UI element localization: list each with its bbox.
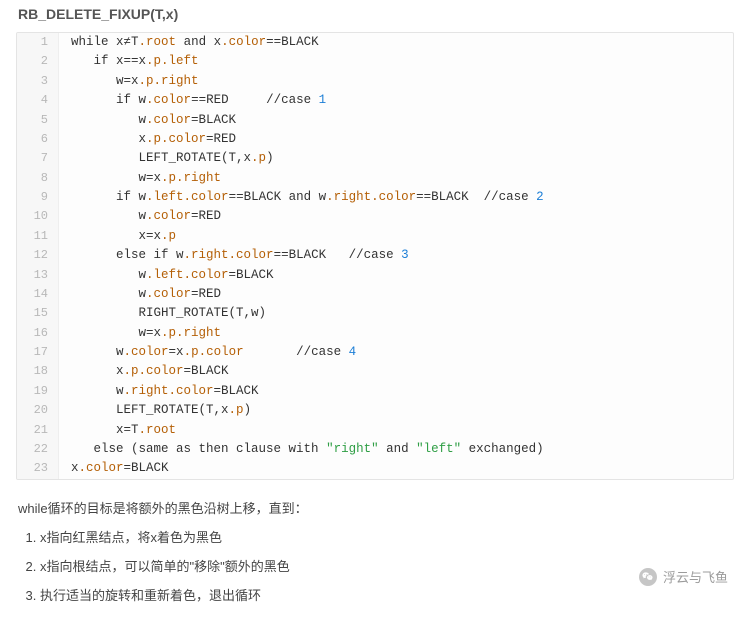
code-content: if w.left.color==BLACK and w.right.color…: [59, 188, 556, 207]
line-number: 12: [17, 246, 59, 265]
line-number: 7: [17, 149, 59, 168]
code-content: w=x.p.right: [59, 72, 211, 91]
code-content: x.p.color=RED: [59, 130, 248, 149]
line-number: 19: [17, 382, 59, 401]
line-number: 3: [17, 72, 59, 91]
list-item: x指向根结点，可以简单的"移除"额外的黑色: [40, 556, 734, 575]
code-line: 21 x=T.root: [17, 421, 733, 440]
line-number: 5: [17, 111, 59, 130]
code-content: w.color=RED: [59, 207, 233, 226]
code-content: x=x.p: [59, 227, 188, 246]
page-title: RB_DELETE_FIXUP(T,x): [18, 6, 734, 22]
code-content: x.p.color=BLACK: [59, 362, 241, 381]
code-line: 8 w=x.p.right: [17, 169, 733, 188]
code-content: if x==x.p.left: [59, 52, 211, 71]
code-line: 9 if w.left.color==BLACK and w.right.col…: [17, 188, 733, 207]
line-number: 14: [17, 285, 59, 304]
line-number: 16: [17, 324, 59, 343]
code-line: 3 w=x.p.right: [17, 72, 733, 91]
code-content: while x≠T.root and x.color==BLACK: [59, 33, 331, 52]
code-line: 15 RIGHT_ROTATE(T,w): [17, 304, 733, 323]
line-number: 11: [17, 227, 59, 246]
wechat-icon: [639, 568, 657, 586]
code-line: 6 x.p.color=RED: [17, 130, 733, 149]
code-line: 13 w.left.color=BLACK: [17, 266, 733, 285]
line-number: 9: [17, 188, 59, 207]
code-line: 17 w.color=x.p.color //case 4: [17, 343, 733, 362]
code-line: 11 x=x.p: [17, 227, 733, 246]
explanation-paragraph: while循环的目标是将额外的黑色沿树上移，直到：: [18, 498, 734, 517]
line-number: 1: [17, 33, 59, 52]
code-line: 4 if w.color==RED //case 1: [17, 91, 733, 110]
code-content: x=T.root: [59, 421, 188, 440]
code-content: RIGHT_ROTATE(T,w): [59, 304, 278, 323]
code-block: 1while x≠T.root and x.color==BLACK2 if x…: [16, 32, 734, 480]
code-line: 22 else (same as then clause with "right…: [17, 440, 733, 459]
code-line: 23x.color=BLACK: [17, 459, 733, 478]
line-number: 15: [17, 304, 59, 323]
line-number: 21: [17, 421, 59, 440]
code-line: 19 w.right.color=BLACK: [17, 382, 733, 401]
code-content: x.color=BLACK: [59, 459, 181, 478]
code-content: w.left.color=BLACK: [59, 266, 286, 285]
code-content: else (same as then clause with "right" a…: [59, 440, 556, 459]
code-line: 18 x.p.color=BLACK: [17, 362, 733, 381]
code-line: 20 LEFT_ROTATE(T,x.p): [17, 401, 733, 420]
code-content: w=x.p.right: [59, 169, 233, 188]
code-line: 1while x≠T.root and x.color==BLACK: [17, 33, 733, 52]
watermark: 浮云与飞鱼: [639, 567, 728, 586]
code-content: w.right.color=BLACK: [59, 382, 271, 401]
line-number: 10: [17, 207, 59, 226]
list-item: 执行适当的旋转和重新着色，退出循环: [40, 585, 734, 604]
line-number: 13: [17, 266, 59, 285]
code-content: LEFT_ROTATE(T,x.p): [59, 149, 286, 168]
list-item: x指向红黑结点，将x着色为黑色: [40, 527, 734, 546]
code-line: 14 w.color=RED: [17, 285, 733, 304]
line-number: 8: [17, 169, 59, 188]
code-content: w=x.p.right: [59, 324, 233, 343]
code-content: else if w.right.color==BLACK //case 3: [59, 246, 421, 265]
steps-list: x指向红黑结点，将x着色为黑色 x指向根结点，可以简单的"移除"额外的黑色执行适当…: [16, 527, 734, 604]
code-content: w.color=BLACK: [59, 111, 248, 130]
code-content: w.color=RED: [59, 285, 233, 304]
line-number: 6: [17, 130, 59, 149]
code-content: w.color=x.p.color //case 4: [59, 343, 368, 362]
code-line: 12 else if w.right.color==BLACK //case 3: [17, 246, 733, 265]
watermark-text: 浮云与飞鱼: [663, 567, 728, 586]
line-number: 18: [17, 362, 59, 381]
line-number: 22: [17, 440, 59, 459]
code-line: 10 w.color=RED: [17, 207, 733, 226]
line-number: 20: [17, 401, 59, 420]
line-number: 17: [17, 343, 59, 362]
code-content: if w.color==RED //case 1: [59, 91, 338, 110]
code-line: 5 w.color=BLACK: [17, 111, 733, 130]
line-number: 4: [17, 91, 59, 110]
line-number: 2: [17, 52, 59, 71]
code-content: LEFT_ROTATE(T,x.p): [59, 401, 263, 420]
code-line: 7 LEFT_ROTATE(T,x.p): [17, 149, 733, 168]
code-line: 16 w=x.p.right: [17, 324, 733, 343]
line-number: 23: [17, 459, 59, 478]
code-line: 2 if x==x.p.left: [17, 52, 733, 71]
